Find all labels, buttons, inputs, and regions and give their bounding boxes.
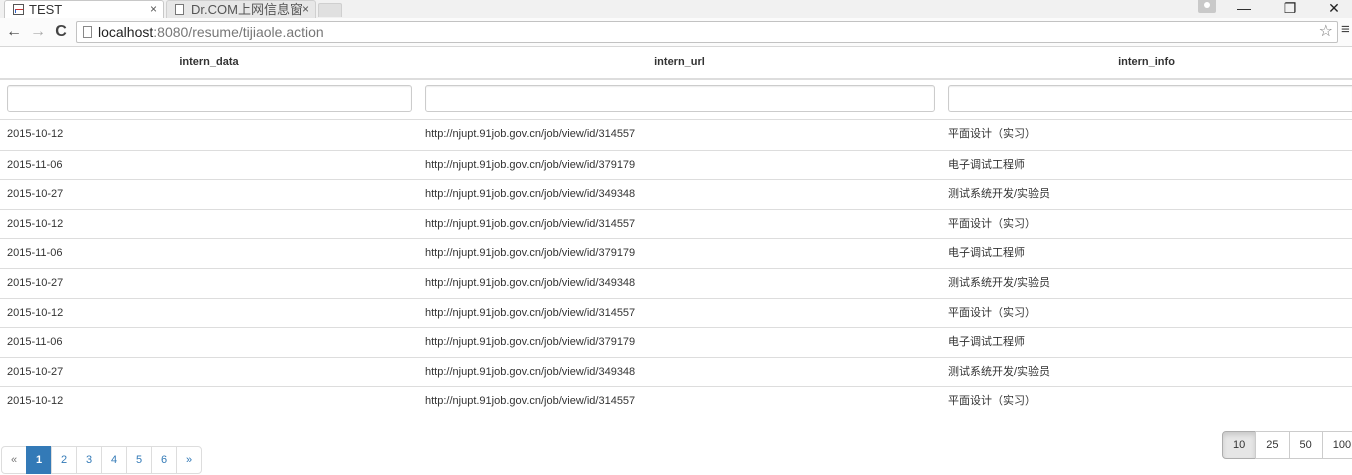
page-content: intern_data intern_url intern_info 2015-… xyxy=(0,46,1352,475)
tab-strip: TEST × Dr.COM上网信息窗 × — ❐ ✕ xyxy=(0,0,1352,18)
table-row: 2015-11-06 http://njupt.91job.gov.cn/job/… xyxy=(0,238,1352,268)
page-size-100[interactable]: 100 xyxy=(1321,431,1352,459)
table-body: 2015-10-12 http://njupt.91job.gov.cn/job/… xyxy=(0,120,1352,416)
cell-intern-url: http://njupt.91job.gov.cn/job/view/id/31… xyxy=(425,128,636,140)
page-size-10[interactable]: 10 xyxy=(1222,431,1257,459)
cell-intern-data: 2015-10-27 xyxy=(7,365,64,378)
page-button-6[interactable]: 6 xyxy=(151,446,177,474)
next-page-button[interactable]: » xyxy=(176,446,202,474)
cell-intern-data: 2015-11-06 xyxy=(7,336,63,349)
cell-intern-data: 2015-11-06 xyxy=(7,247,63,260)
cell-intern-info: 测试系统开发/实验员 xyxy=(948,188,1051,201)
page-button-3[interactable]: 3 xyxy=(76,446,102,474)
profile-icon[interactable] xyxy=(1198,0,1216,13)
page-button-2[interactable]: 2 xyxy=(51,446,77,474)
table-row: 2015-10-12 http://njupt.91job.gov.cn/job/… xyxy=(0,297,1352,328)
table-row: 2015-10-27 http://njupt.91job.gov.cn/job/… xyxy=(0,356,1352,387)
cell-intern-info: 平面设计（实习） xyxy=(948,128,1036,140)
bookmark-star-icon[interactable]: ☆ xyxy=(1319,22,1333,42)
tab-title: TEST xyxy=(29,2,63,17)
cell-intern-url: http://njupt.91job.gov.cn/job/view/id/37… xyxy=(425,158,636,171)
tab-close-icon[interactable]: × xyxy=(302,1,309,18)
url-host: localhost xyxy=(98,24,154,40)
table-row: 2015-10-12 http://njupt.91job.gov.cn/job/… xyxy=(0,208,1352,239)
cell-intern-info: 平面设计（实习） xyxy=(948,306,1036,319)
page-button-5[interactable]: 5 xyxy=(126,446,152,474)
cell-intern-info: 平面设计（实习） xyxy=(948,395,1036,408)
page-button-1[interactable]: 1 xyxy=(26,446,52,474)
prev-page-button[interactable]: « xyxy=(1,446,27,474)
tab-drcom[interactable]: Dr.COM上网信息窗 × xyxy=(166,0,316,18)
pagination: « 1 2 3 4 5 6 » xyxy=(1,446,202,474)
column-header-intern-data[interactable]: intern_data xyxy=(0,46,418,78)
column-header-intern-info[interactable]: intern_info xyxy=(941,46,1352,78)
table-row: 2015-10-12 http://njupt.91job.gov.cn/job/… xyxy=(0,386,1352,416)
cell-intern-data: 2015-10-27 xyxy=(7,277,64,289)
cell-intern-data: 2015-10-12 xyxy=(7,128,64,140)
window-close-button[interactable]: ✕ xyxy=(1316,0,1352,18)
cell-intern-url: http://njupt.91job.gov.cn/job/view/id/31… xyxy=(425,306,636,319)
cell-intern-url: http://njupt.91job.gov.cn/job/view/id/31… xyxy=(425,395,636,408)
table-row: 2015-10-27 http://njupt.91job.gov.cn/job/… xyxy=(0,179,1352,209)
back-arrow-icon[interactable]: ← xyxy=(4,21,24,43)
column-header-intern-url[interactable]: intern_url xyxy=(418,46,941,78)
filter-row xyxy=(0,80,1352,120)
cell-intern-info: 电子调试工程师 xyxy=(948,336,1025,349)
tab-close-icon[interactable]: × xyxy=(150,1,157,18)
cell-intern-url: http://njupt.91job.gov.cn/job/view/id/31… xyxy=(425,217,636,230)
reload-icon[interactable]: C xyxy=(51,21,71,43)
cell-intern-info: 平面设计（实习） xyxy=(948,217,1036,230)
browser-toolbar: ← → C localhost:8080/resume/tijiaole.act… xyxy=(0,18,1352,47)
cell-intern-info: 测试系统开发/实验员 xyxy=(948,277,1051,289)
cell-intern-data: 2015-10-27 xyxy=(7,188,64,201)
page-size-selector: 10 25 50 100 xyxy=(1222,431,1352,459)
cell-intern-info: 电子调试工程师 xyxy=(948,247,1025,260)
menu-icon[interactable]: ≡ xyxy=(1341,21,1352,38)
url-path: :8080/resume/tijiaole.action xyxy=(153,24,324,40)
table-row: 2015-10-12 http://njupt.91job.gov.cn/job/… xyxy=(0,120,1352,150)
address-bar[interactable]: localhost:8080/resume/tijiaole.action ☆ xyxy=(76,21,1338,43)
cell-intern-data: 2015-10-12 xyxy=(7,395,64,408)
cell-intern-url: http://njupt.91job.gov.cn/job/view/id/37… xyxy=(425,336,636,349)
tab-test[interactable]: TEST × xyxy=(4,0,164,18)
cell-intern-data: 2015-11-06 xyxy=(7,158,63,171)
minimize-button[interactable]: — xyxy=(1226,0,1262,18)
cell-intern-data: 2015-10-12 xyxy=(7,217,64,230)
page-size-25[interactable]: 25 xyxy=(1255,431,1290,459)
table-row: 2015-11-06 http://njupt.91job.gov.cn/job/… xyxy=(0,327,1352,357)
table-header: intern_data intern_url intern_info xyxy=(0,46,1352,80)
cell-intern-url: http://njupt.91job.gov.cn/job/view/id/34… xyxy=(425,365,636,378)
page-size-50[interactable]: 50 xyxy=(1288,431,1323,459)
table-row: 2015-11-06 http://njupt.91job.gov.cn/job/… xyxy=(0,149,1352,180)
cell-intern-url: http://njupt.91job.gov.cn/job/view/id/34… xyxy=(425,277,636,289)
filter-input-intern-info[interactable] xyxy=(948,85,1352,112)
page-favicon-icon xyxy=(175,4,184,15)
cell-intern-info: 电子调试工程师 xyxy=(948,158,1025,171)
cell-intern-url: http://njupt.91job.gov.cn/job/view/id/37… xyxy=(425,247,636,260)
cell-intern-url: http://njupt.91job.gov.cn/job/view/id/34… xyxy=(425,188,636,201)
new-tab-button[interactable] xyxy=(318,3,342,17)
table-row: 2015-10-27 http://njupt.91job.gov.cn/job/… xyxy=(0,268,1352,298)
restore-button[interactable]: ❐ xyxy=(1272,0,1308,18)
forward-arrow-icon[interactable]: → xyxy=(28,21,48,43)
cell-intern-info: 测试系统开发/实验员 xyxy=(948,365,1051,378)
tab-title: Dr.COM上网信息窗 xyxy=(191,2,303,17)
page-button-4[interactable]: 4 xyxy=(101,446,127,474)
page-icon xyxy=(83,26,92,38)
image-favicon-icon xyxy=(13,4,24,15)
address-url: localhost:8080/resume/tijiaole.action xyxy=(98,22,324,42)
filter-input-intern-data[interactable] xyxy=(7,85,412,112)
cell-intern-data: 2015-10-12 xyxy=(7,306,64,319)
filter-input-intern-url[interactable] xyxy=(425,85,935,112)
